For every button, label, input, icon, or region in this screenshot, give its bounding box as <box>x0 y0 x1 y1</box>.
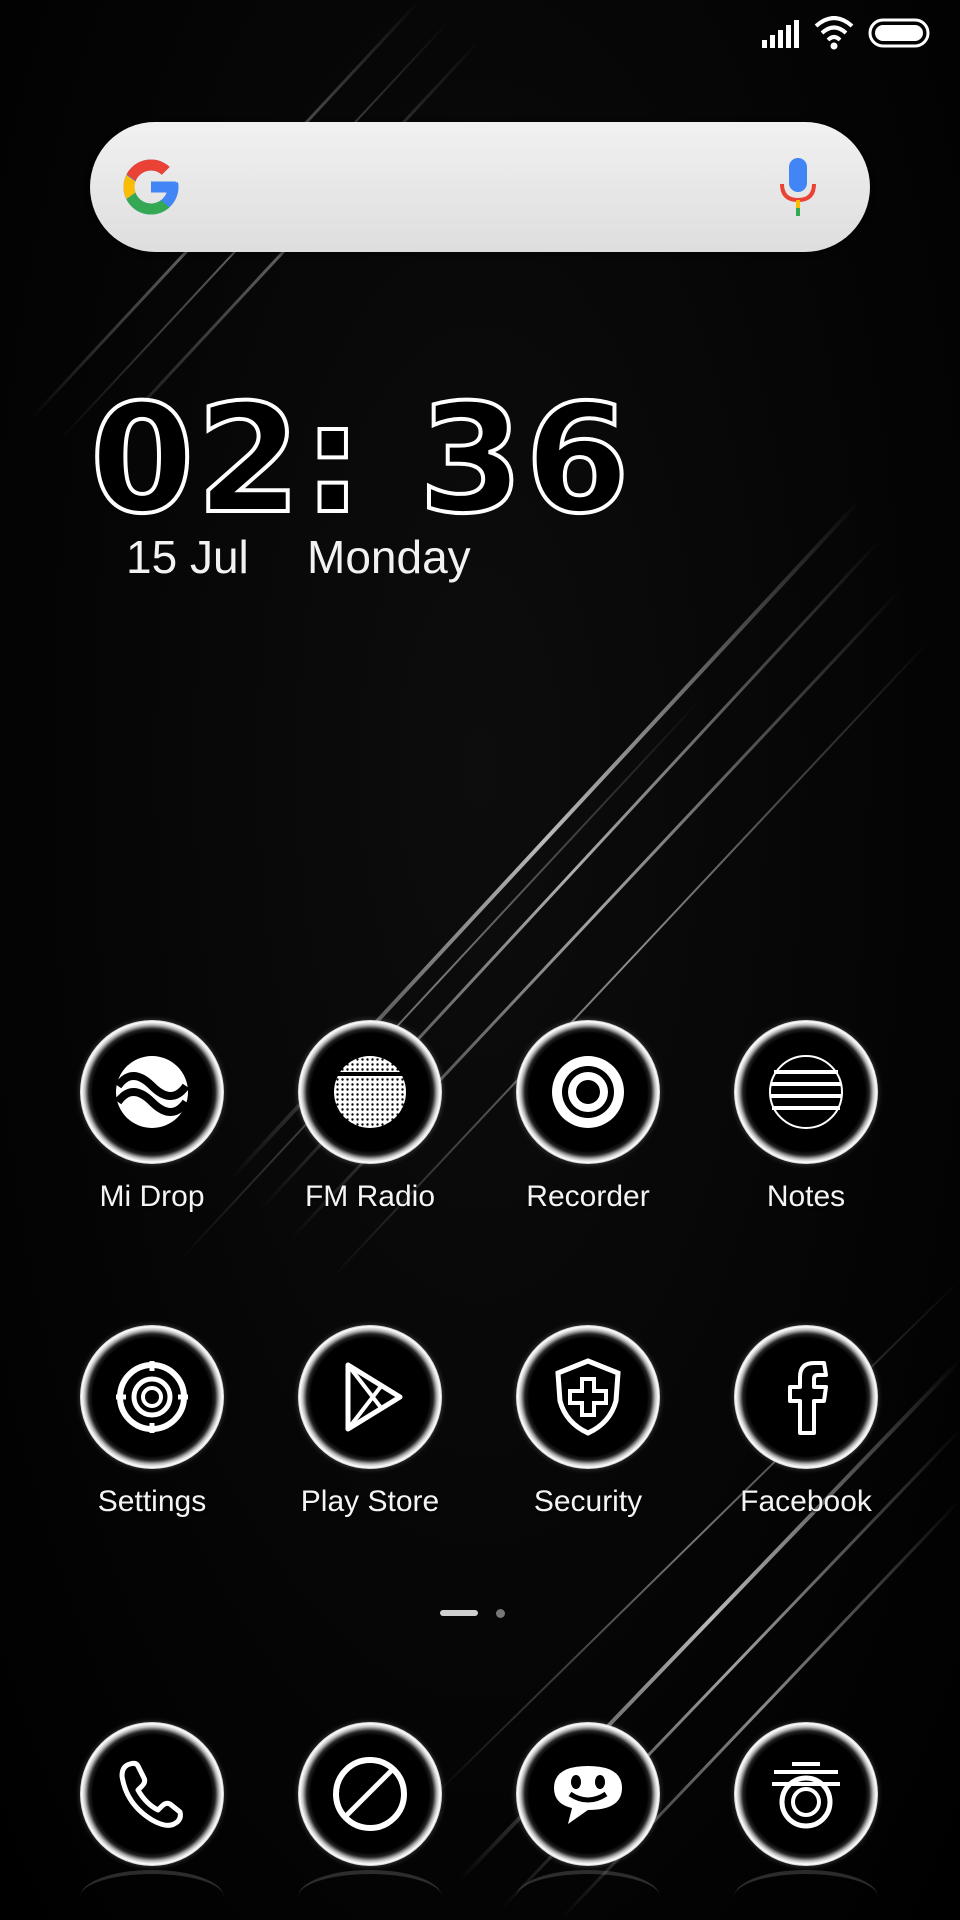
browser-icon[interactable] <box>298 1722 442 1866</box>
app-mi-drop[interactable]: Mi Drop <box>52 1020 252 1230</box>
phone-icon[interactable] <box>80 1722 224 1866</box>
app-label: Settings <box>97 1485 207 1518</box>
play-store-icon[interactable] <box>298 1325 442 1469</box>
app-label: Security <box>533 1485 643 1518</box>
app-fm-radio[interactable]: FM Radio <box>270 1020 470 1230</box>
radio-icon[interactable] <box>298 1020 442 1164</box>
recorder-icon[interactable] <box>516 1020 660 1164</box>
app-label: Facebook <box>740 1485 872 1518</box>
page-dot[interactable] <box>496 1609 505 1618</box>
microphone-icon[interactable] <box>776 156 820 218</box>
clock-date[interactable]: 15 Jul <box>126 530 249 584</box>
dock-reflection <box>516 1870 660 1920</box>
app-security[interactable]: Security <box>488 1325 688 1535</box>
gear-icon[interactable] <box>80 1325 224 1469</box>
app-settings[interactable]: Settings <box>52 1325 252 1535</box>
page-dot-active <box>440 1610 478 1616</box>
messages-icon[interactable] <box>516 1722 660 1866</box>
signal-bars-icon <box>762 20 799 48</box>
page-indicator <box>0 1608 960 1620</box>
dock-reflection <box>80 1870 224 1920</box>
google-search-bar[interactable] <box>90 122 870 252</box>
clock-time[interactable]: 02: 36 <box>88 383 632 537</box>
wifi-icon <box>814 16 854 50</box>
app-label: FM Radio <box>304 1180 436 1213</box>
wallpaper <box>28 0 960 1920</box>
app-label: Mi Drop <box>99 1180 205 1213</box>
app-label: Play Store <box>300 1485 440 1518</box>
battery-icon <box>868 18 930 48</box>
app-recorder[interactable]: Recorder <box>488 1020 688 1230</box>
app-notes[interactable]: Notes <box>706 1020 906 1230</box>
home-screen: 02: 36 15 Jul Monday Mi Drop FM Radio Re… <box>0 0 960 1920</box>
app-label: Notes <box>766 1180 846 1213</box>
app-play-store[interactable]: Play Store <box>270 1325 470 1535</box>
facebook-icon[interactable] <box>734 1325 878 1469</box>
dock-reflection <box>298 1870 442 1920</box>
shield-icon[interactable] <box>516 1325 660 1469</box>
mi-drop-icon[interactable] <box>80 1020 224 1164</box>
camera-icon[interactable] <box>734 1722 878 1866</box>
app-label: Recorder <box>526 1180 650 1213</box>
google-logo-icon[interactable] <box>118 154 184 220</box>
app-facebook[interactable]: Facebook <box>706 1325 906 1535</box>
status-bar <box>0 0 960 66</box>
clock-day[interactable]: Monday <box>307 530 471 584</box>
notes-icon[interactable] <box>734 1020 878 1164</box>
dock-reflection <box>734 1870 878 1920</box>
